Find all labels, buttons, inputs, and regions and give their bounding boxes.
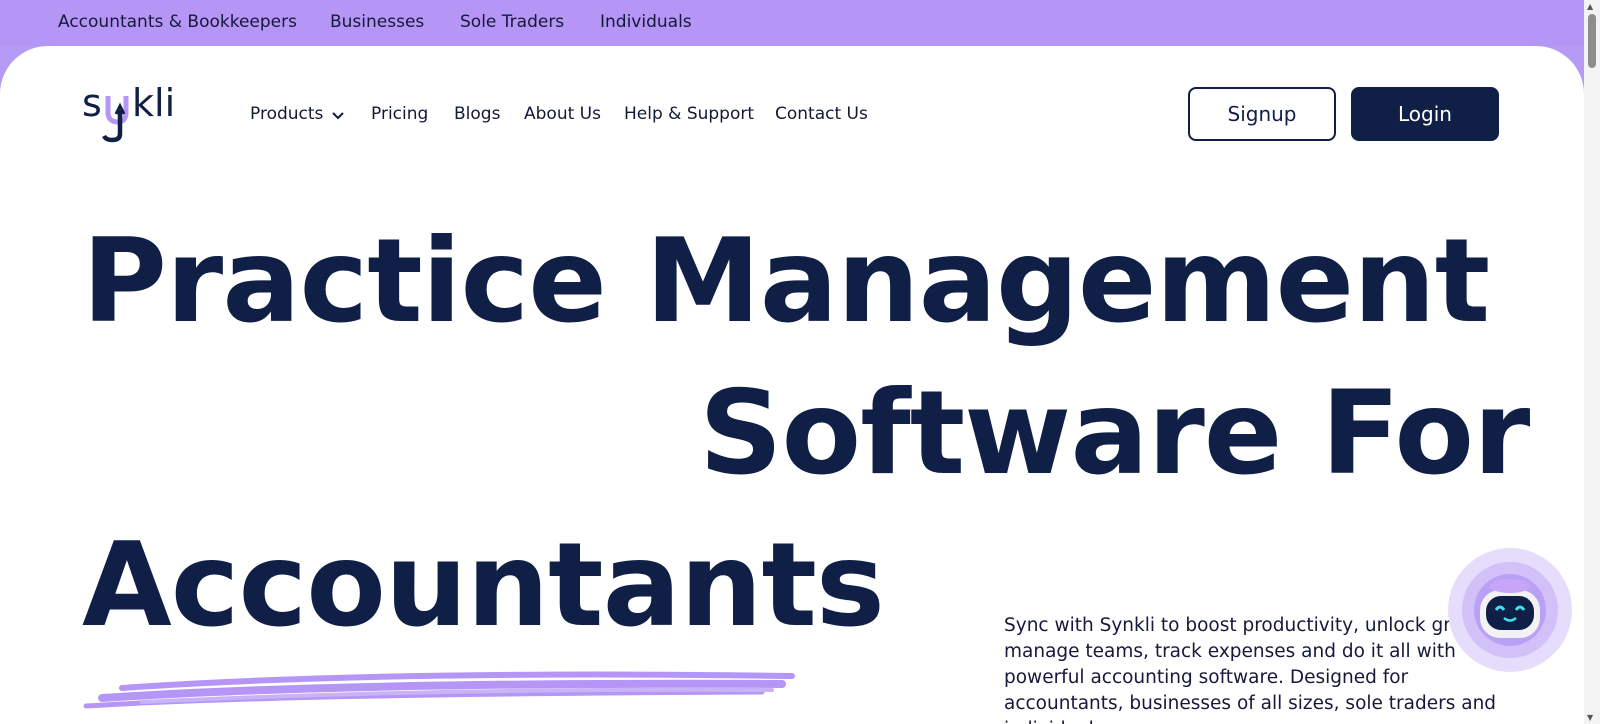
svg-text:kli: kli bbox=[132, 82, 175, 125]
nav-products[interactable]: Products bbox=[250, 104, 323, 124]
login-button[interactable]: Login bbox=[1351, 87, 1499, 141]
brush-underline-decoration bbox=[83, 671, 795, 709]
topbar-link-individuals[interactable]: Individuals bbox=[600, 12, 692, 32]
hero-title-line-2: Software For bbox=[699, 366, 1530, 501]
hero-description: Sync with Synkli to boost productivity, … bbox=[1004, 614, 1502, 724]
topbar-link-sole-traders[interactable]: Sole Traders bbox=[460, 12, 564, 32]
audience-topbar: Accountants & Bookkeepers Businesses Sol… bbox=[0, 0, 1584, 46]
topbar-link-accountants[interactable]: Accountants & Bookkeepers bbox=[58, 12, 297, 32]
main-content: s kli Products Pricing Blogs About Us He… bbox=[0, 46, 1584, 724]
page-scrollbar[interactable]: ▲ ▼ bbox=[1584, 0, 1600, 724]
chat-bot-icon[interactable] bbox=[1446, 546, 1574, 674]
nav-blogs[interactable]: Blogs bbox=[454, 104, 500, 124]
hero-title-line-3: Accountants bbox=[82, 518, 885, 653]
signup-button[interactable]: Signup bbox=[1188, 87, 1336, 141]
synkli-logo[interactable]: s kli bbox=[82, 82, 202, 146]
nav-pricing[interactable]: Pricing bbox=[371, 104, 428, 124]
hero-title-line-1: Practice Management bbox=[82, 214, 1490, 349]
nav-help-support[interactable]: Help & Support bbox=[624, 104, 754, 124]
scroll-up-icon[interactable]: ▲ bbox=[1587, 2, 1593, 11]
svg-text:s: s bbox=[82, 82, 102, 125]
nav-contact-us[interactable]: Contact Us bbox=[775, 104, 868, 124]
nav-about-us[interactable]: About Us bbox=[524, 104, 601, 124]
topbar-link-businesses[interactable]: Businesses bbox=[330, 12, 424, 32]
chevron-down-icon[interactable] bbox=[330, 108, 346, 124]
scrollbar-thumb[interactable] bbox=[1588, 14, 1596, 68]
scroll-down-icon[interactable]: ▼ bbox=[1587, 713, 1593, 722]
